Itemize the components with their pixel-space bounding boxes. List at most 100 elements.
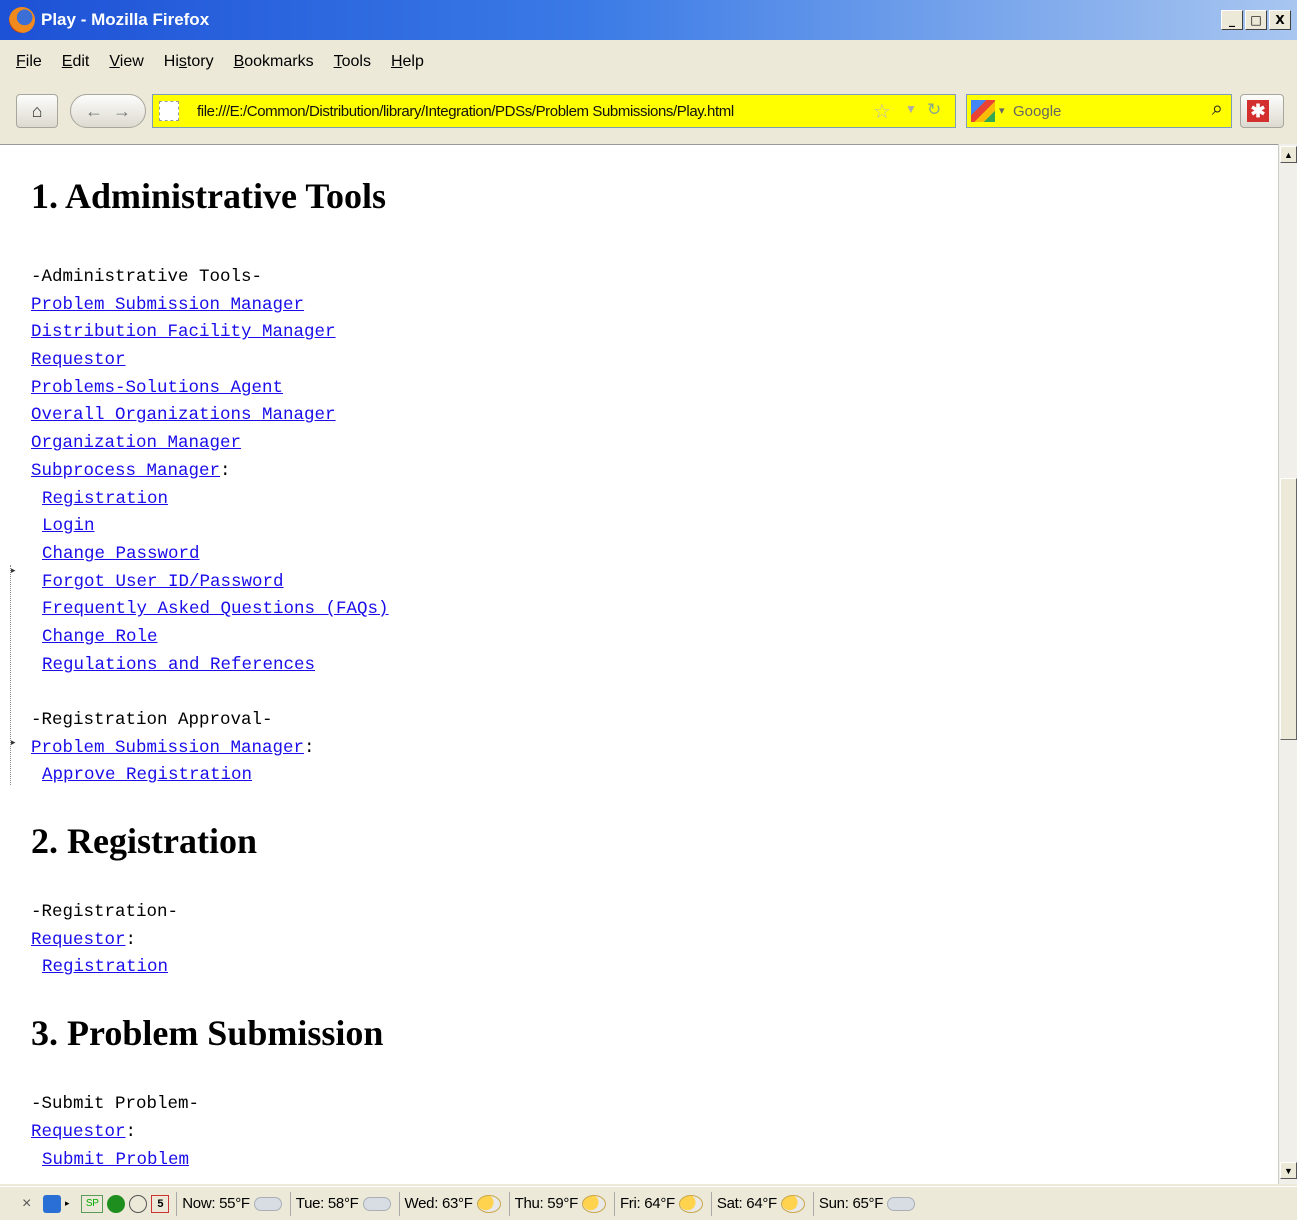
bookmark-star-icon[interactable]: ☆ [873, 99, 891, 124]
forward-icon[interactable]: → [113, 101, 131, 122]
url-text[interactable]: file:///E:/Common/Distribution/library/I… [197, 103, 734, 120]
weather-label: Sun: 65°F [818, 1195, 884, 1212]
sp-icon[interactable]: SP [81, 1194, 104, 1213]
vertical-scrollbar[interactable]: ▲ ▼ [1278, 144, 1297, 1184]
minimize-button[interactable]: _ [1221, 10, 1243, 30]
link-line: Registration [31, 486, 389, 514]
search-engine-dropdown-icon[interactable]: ▾ [999, 104, 1005, 117]
link-line: Frequently Asked Questions (FAQs) [31, 596, 389, 624]
menu-bookmarks[interactable]: Bookmarks [234, 53, 314, 71]
link-registration[interactable]: Registration [42, 489, 168, 509]
weather-item[interactable]: Sat: 64°F [710, 1191, 810, 1216]
search-placeholder[interactable]: Google [1013, 103, 1061, 120]
search-bar[interactable]: ▾ Google ⌕ [966, 94, 1232, 128]
extension-icon[interactable] [43, 1194, 62, 1213]
weather-forecast: Now: 55°F Tue: 58°F Wed: 63°F Thu: 59°F Fri:… [173, 1191, 920, 1216]
link-organization-manager[interactable]: Organization Manager [31, 433, 241, 453]
link-line: Distribution Facility Manager [31, 319, 389, 347]
link-requestor[interactable]: Requestor [31, 350, 126, 370]
link-approve-registration[interactable]: Approve Registration [42, 765, 252, 785]
close-statusbar-icon[interactable]: × [22, 1195, 31, 1213]
scroll-up-button[interactable]: ▲ [1280, 146, 1297, 163]
link-line: Requestor: [31, 1119, 389, 1147]
back-forward-button[interactable]: ← → [70, 94, 146, 128]
link-change-role[interactable]: Change Role [42, 627, 158, 647]
splitter-arrow-icon[interactable]: ▸ [11, 737, 16, 748]
green-status-icon[interactable] [107, 1194, 126, 1213]
link-suffix: : [125, 929, 137, 950]
status-bar: × ▸ SP 5 Now: 55°F Tue: 58°F Wed: 63°F Thu:… [0, 1186, 1297, 1220]
section-heading: 3. Problem Submission [31, 1013, 384, 1054]
window-controls: _ □ X [1221, 10, 1291, 30]
link-suffix: : [125, 1121, 137, 1142]
link-line: Problems-Solutions Agent [31, 375, 389, 403]
menu-view[interactable]: View [109, 53, 143, 71]
link-subprocess-manager[interactable]: Subprocess Manager [31, 461, 220, 481]
home-button[interactable]: ⌂ [16, 94, 58, 128]
menu-tools[interactable]: Tools [334, 53, 371, 71]
menu-help[interactable]: Help [391, 53, 424, 71]
link-requestor[interactable]: Requestor [31, 1122, 126, 1142]
link-line: Problem Submission Manager: [31, 735, 389, 763]
splitter-arrow-icon[interactable]: ▸ [11, 565, 16, 576]
link-overall-organizations-manager[interactable]: Overall Organizations Manager [31, 405, 336, 425]
close-window-button[interactable]: X [1269, 10, 1291, 30]
link-distribution-facility-manager[interactable]: Distribution Facility Manager [31, 322, 336, 342]
link-requestor[interactable]: Requestor [31, 930, 126, 950]
weather-item[interactable]: Sun: 65°F [812, 1191, 920, 1216]
link-login[interactable]: Login [42, 516, 95, 536]
weather-item[interactable]: Tue: 58°F [289, 1191, 396, 1216]
site-identity-icon[interactable] [159, 101, 179, 121]
window-title: Play - Mozilla Firefox [41, 10, 210, 29]
reload-icon[interactable]: ↻ [927, 100, 941, 120]
address-bar[interactable]: file:///E:/Common/Distribution/library/I… [152, 94, 956, 128]
link-line: Requestor [31, 347, 389, 375]
link-problem-submission-manager[interactable]: Problem Submission Manager [31, 738, 304, 758]
menu-bar: File Edit View History Bookmarks Tools Help [0, 46, 444, 78]
google-logo-icon[interactable] [971, 100, 995, 122]
sunny-weather-icon [678, 1194, 703, 1213]
back-icon[interactable]: ← [85, 101, 103, 122]
addon-button[interactable]: ✱ [1240, 94, 1284, 128]
link-line: Approve Registration [31, 762, 389, 790]
scroll-thumb[interactable] [1280, 478, 1297, 740]
history-dropdown-icon[interactable]: ▼ [905, 102, 917, 116]
scroll-down-button[interactable]: ▼ [1280, 1162, 1297, 1179]
weather-item[interactable]: Now: 55°F [176, 1191, 287, 1216]
link-regulations-and-references[interactable]: Regulations and References [42, 655, 315, 675]
calendar-icon[interactable]: 5 [151, 1194, 170, 1213]
weather-item[interactable]: Wed: 63°F [398, 1191, 506, 1216]
menu-history[interactable]: History [164, 53, 214, 71]
link-frequently-asked-questions-faqs[interactable]: Frequently Asked Questions (FAQs) [42, 599, 389, 619]
document-body: 1. Administrative Tools -Administrative T… [31, 145, 389, 1174]
maximize-button[interactable]: □ [1245, 10, 1267, 30]
expand-arrow-icon[interactable]: ▸ [65, 1198, 70, 1209]
weather-label: Tue: 58°F [295, 1195, 359, 1212]
clock-icon[interactable] [129, 1194, 148, 1213]
group-title: -Administrative Tools- [31, 267, 263, 287]
weather-item[interactable]: Fri: 64°F [613, 1191, 708, 1216]
search-icon[interactable]: ⌕ [1212, 98, 1223, 121]
link-problem-submission-manager[interactable]: Problem Submission Manager [31, 295, 304, 315]
addon-icon: ✱ [1247, 100, 1269, 122]
link-problems-solutions-agent[interactable]: Problems-Solutions Agent [31, 378, 283, 398]
link-change-password[interactable]: Change Password [42, 544, 200, 564]
weather-label: Now: 55°F [182, 1195, 250, 1212]
sunny-weather-icon [581, 1194, 606, 1213]
weather-item[interactable]: Thu: 59°F [508, 1191, 611, 1216]
link-submit-problem[interactable]: Submit Problem [42, 1150, 189, 1170]
link-line: Submit Problem [31, 1147, 389, 1175]
link-line: Overall Organizations Manager [31, 402, 389, 430]
menu-file[interactable]: File [16, 53, 42, 71]
sidebar-splitter[interactable]: ▸ ▸ [10, 565, 16, 785]
title-bar: Play - Mozilla Firefox _ □ X [0, 0, 1297, 40]
link-registration[interactable]: Registration [42, 957, 168, 977]
group-title: -Registration Approval- [31, 710, 273, 730]
link-line: Forgot User ID/Password [31, 569, 389, 597]
menu-edit[interactable]: Edit [62, 53, 90, 71]
link-forgot-user-id-password[interactable]: Forgot User ID/Password [42, 572, 284, 592]
section-heading: 2. Registration [31, 821, 257, 862]
weather-label: Sat: 64°F [716, 1195, 777, 1212]
home-icon: ⌂ [31, 100, 43, 121]
